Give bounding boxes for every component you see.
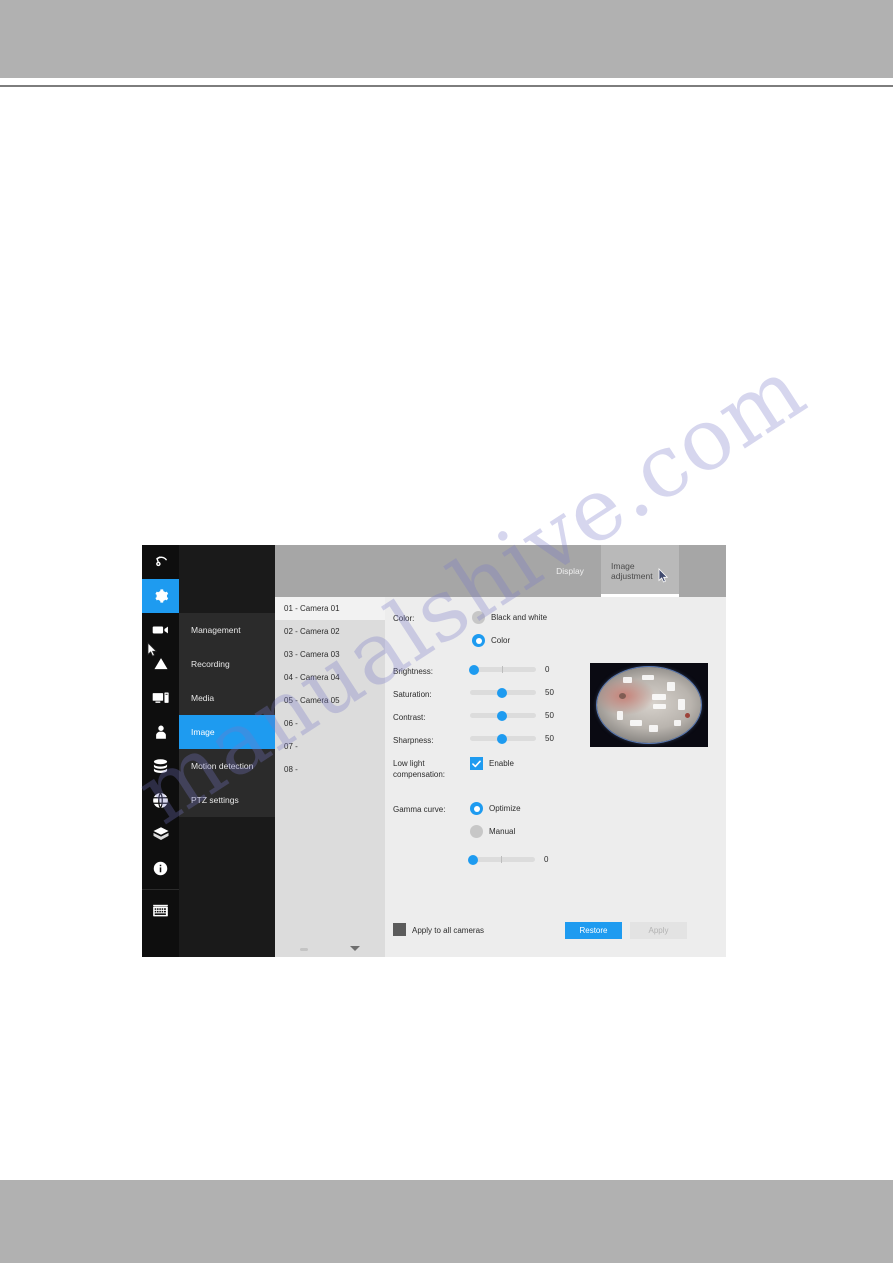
page-bottom-band — [0, 1180, 893, 1263]
radio-color[interactable] — [472, 634, 485, 647]
camera-list-scroll-down[interactable] — [275, 941, 385, 955]
camera-list-item[interactable]: 06 - — [275, 712, 385, 735]
low-light-enable-label: Enable — [489, 759, 514, 768]
radio-black-and-white-label: Black and white — [491, 613, 548, 622]
contrast-slider-knob[interactable] — [497, 710, 507, 721]
camera-list[interactable]: 01 - Camera 01 02 - Camera 02 03 - Camer… — [275, 597, 385, 957]
tab-display[interactable]: Display — [546, 545, 594, 597]
submenu-item-motion-detection[interactable]: Motion detection — [179, 749, 275, 783]
radio-black-and-white[interactable] — [472, 611, 485, 624]
keyboard-icon[interactable] — [142, 894, 179, 928]
panel-footer: Apply to all cameras Restore Apply — [385, 922, 726, 957]
submenu-spacer — [179, 545, 275, 613]
camera-list-item[interactable]: 01 - Camera 01 — [275, 597, 385, 620]
gear-icon[interactable] — [142, 579, 179, 613]
gamma-curve-label: Gamma curve: — [393, 805, 446, 814]
tab-bar: Display Image adjustment — [275, 545, 726, 597]
chevron-down-icon[interactable] — [350, 946, 360, 951]
low-light-compensation-label: Low light compensation: — [393, 759, 446, 779]
camera-preview-thumbnail — [590, 663, 708, 747]
apply-button: Apply — [630, 922, 687, 939]
page-top-rule — [0, 85, 893, 87]
check-icon — [472, 760, 481, 767]
saturation-value: 50 — [545, 688, 554, 697]
image-adjustment-panel: Color: Black and white Color Brightness:… — [385, 597, 726, 957]
system-icon[interactable] — [142, 817, 179, 851]
brightness-slider[interactable] — [469, 664, 536, 675]
settings-submenu: Management Recording Media Image Motion … — [179, 545, 275, 957]
camera-list-item[interactable]: 03 - Camera 03 — [275, 643, 385, 666]
storage-icon[interactable] — [142, 749, 179, 783]
brightness-slider-knob[interactable] — [469, 664, 479, 675]
sharpness-value: 50 — [545, 734, 554, 743]
restore-button[interactable]: Restore — [565, 922, 622, 939]
submenu-item-image[interactable]: Image — [179, 715, 275, 749]
network-icon[interactable] — [142, 783, 179, 817]
rail-divider — [142, 889, 179, 890]
gamma-value: 0 — [544, 855, 549, 864]
saturation-slider-knob[interactable] — [497, 687, 507, 698]
apply-to-all-cameras-label: Apply to all cameras — [412, 926, 485, 935]
contrast-label: Contrast: — [393, 713, 426, 722]
icon-rail — [142, 545, 179, 957]
radio-color-label: Color — [491, 636, 511, 645]
page-top-band — [0, 0, 893, 78]
radio-gamma-manual-label: Manual — [489, 827, 516, 836]
back-arrow-icon[interactable] — [142, 545, 179, 579]
radio-gamma-manual[interactable] — [470, 825, 483, 838]
nvr-settings-window: Management Recording Media Image Motion … — [142, 545, 726, 957]
user-icon[interactable] — [142, 715, 179, 749]
camera-list-item[interactable]: 05 - Camera 05 — [275, 689, 385, 712]
monitor-icon[interactable] — [142, 681, 179, 715]
camera-list-item[interactable]: 04 - Camera 04 — [275, 666, 385, 689]
sharpness-slider-knob[interactable] — [497, 733, 507, 744]
mouse-cursor-icon — [147, 642, 158, 657]
contrast-value: 50 — [545, 711, 554, 720]
saturation-slider[interactable] — [470, 687, 536, 698]
apply-to-all-cameras-checkbox[interactable] — [393, 923, 406, 936]
camera-list-item[interactable]: 02 - Camera 02 — [275, 620, 385, 643]
info-icon[interactable] — [142, 851, 179, 885]
sharpness-label: Sharpness: — [393, 736, 434, 745]
camera-list-item[interactable]: 08 - — [275, 758, 385, 781]
color-label: Color: — [393, 614, 415, 623]
submenu-item-recording[interactable]: Recording — [179, 647, 275, 681]
slider-tickmark — [502, 666, 503, 673]
submenu-item-ptz-settings[interactable]: PTZ settings — [179, 783, 275, 817]
brightness-value: 0 — [545, 665, 550, 674]
radio-gamma-optimize[interactable] — [470, 802, 483, 815]
sharpness-slider[interactable] — [470, 733, 536, 744]
saturation-label: Saturation: — [393, 690, 432, 699]
camera-list-item[interactable]: 07 - — [275, 735, 385, 758]
contrast-slider[interactable] — [470, 710, 536, 721]
radio-gamma-optimize-label: Optimize — [489, 804, 521, 813]
gamma-slider[interactable] — [468, 854, 535, 865]
low-light-enable-checkbox[interactable] — [470, 757, 483, 770]
mouse-cursor-icon — [658, 568, 669, 583]
gamma-slider-knob[interactable] — [468, 854, 478, 865]
submenu-item-media[interactable]: Media — [179, 681, 275, 715]
scroll-nub — [300, 948, 308, 951]
slider-tickmark — [501, 856, 502, 863]
submenu-item-management[interactable]: Management — [179, 613, 275, 647]
brightness-label: Brightness: — [393, 667, 434, 676]
